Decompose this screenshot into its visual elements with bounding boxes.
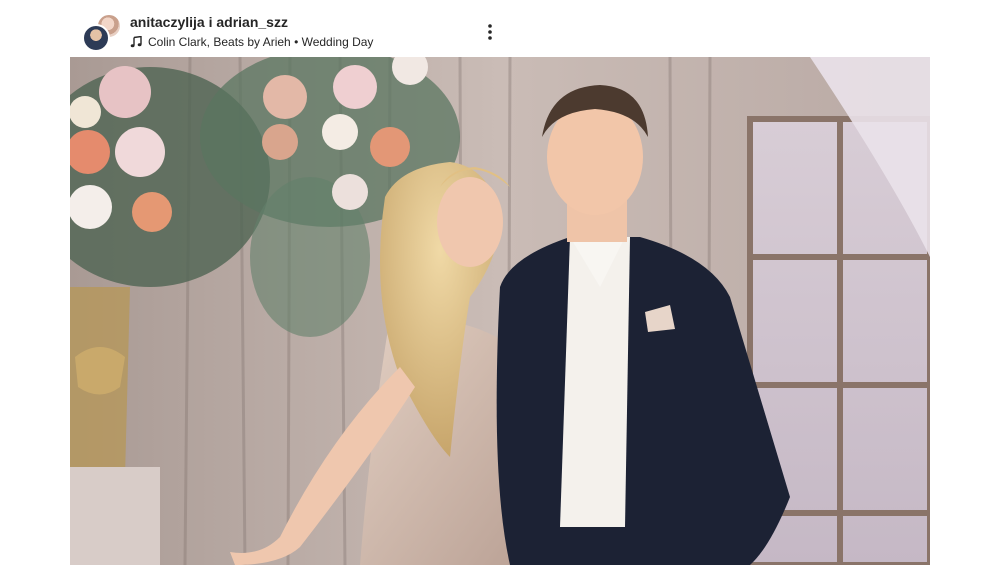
music-note-icon bbox=[130, 35, 142, 48]
audio-attribution[interactable]: Colin Clark, Beats by Arieh • Wedding Da… bbox=[130, 35, 373, 49]
more-options-button[interactable] bbox=[478, 20, 502, 44]
post-header: anitaczylija i adrian_szz Colin Clark, B… bbox=[70, 0, 930, 57]
instagram-post: anitaczylija i adrian_szz Colin Clark, B… bbox=[0, 0, 1000, 565]
audio-label: Colin Clark, Beats by Arieh • Wedding Da… bbox=[148, 35, 374, 49]
more-options-icon bbox=[488, 24, 492, 40]
wedding-photo-image bbox=[70, 57, 930, 565]
avatar[interactable] bbox=[82, 24, 110, 52]
post-photo[interactable] bbox=[70, 57, 930, 565]
collab-avatars[interactable] bbox=[82, 12, 122, 52]
post-username[interactable]: anitaczylija i adrian_szz bbox=[130, 14, 288, 30]
